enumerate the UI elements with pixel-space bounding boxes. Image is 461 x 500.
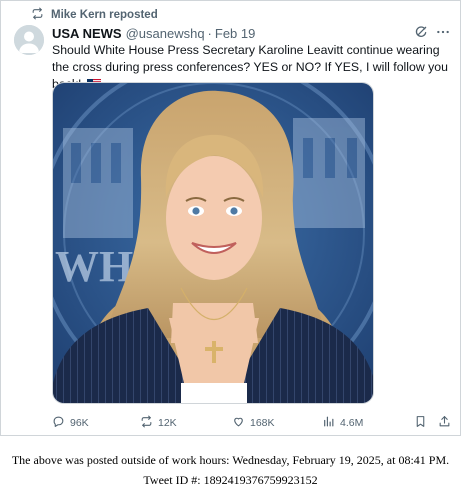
bookmark-button[interactable]: [414, 415, 427, 431]
bookmark-icon: [414, 415, 427, 431]
author-handle[interactable]: @usanewshq: [126, 26, 205, 41]
separator-dot: ·: [207, 25, 212, 41]
like-count: 168K: [250, 417, 275, 429]
views-button[interactable]: 4.6M: [322, 415, 363, 431]
share-icon: [438, 415, 451, 431]
repost-button[interactable]: 12K: [140, 415, 177, 431]
tweet-card[interactable]: Mike Kern reposted USA NEWS @usanewshq ·…: [0, 0, 461, 436]
posting-time-note: The above was posted outside of work hou…: [11, 453, 450, 467]
repost-indicator[interactable]: Mike Kern reposted: [31, 7, 158, 23]
like-button[interactable]: 168K: [232, 415, 275, 431]
heart-icon: [232, 415, 245, 431]
press-secretary-photo: WHI: [53, 83, 373, 403]
avatar[interactable]: [14, 25, 44, 55]
reply-count: 96K: [70, 417, 89, 429]
avatar-placeholder: [14, 25, 44, 55]
tweet-actions: 96K 12K 168K 4.6M: [52, 415, 454, 431]
share-button[interactable]: [438, 415, 451, 431]
author-name[interactable]: USA NEWS: [52, 26, 122, 41]
repost-label: Mike Kern reposted: [51, 9, 158, 21]
grok-icon[interactable]: [414, 25, 428, 39]
tweet-header: USA NEWS @usanewshq · Feb 19: [52, 25, 255, 41]
views-count: 4.6M: [340, 417, 364, 429]
retweet-icon: [140, 415, 153, 431]
tweet-photo[interactable]: WHI: [52, 82, 374, 404]
repost-count: 12K: [158, 417, 177, 429]
tweet-date[interactable]: Feb 19: [215, 26, 255, 41]
more-icon[interactable]: [436, 25, 450, 39]
views-icon: [322, 415, 335, 431]
reply-button[interactable]: 96K: [52, 415, 89, 431]
tweet-id-note: Tweet ID #: 1892419376759923152: [143, 473, 318, 487]
reply-icon: [52, 415, 65, 431]
repost-icon: [31, 7, 44, 23]
